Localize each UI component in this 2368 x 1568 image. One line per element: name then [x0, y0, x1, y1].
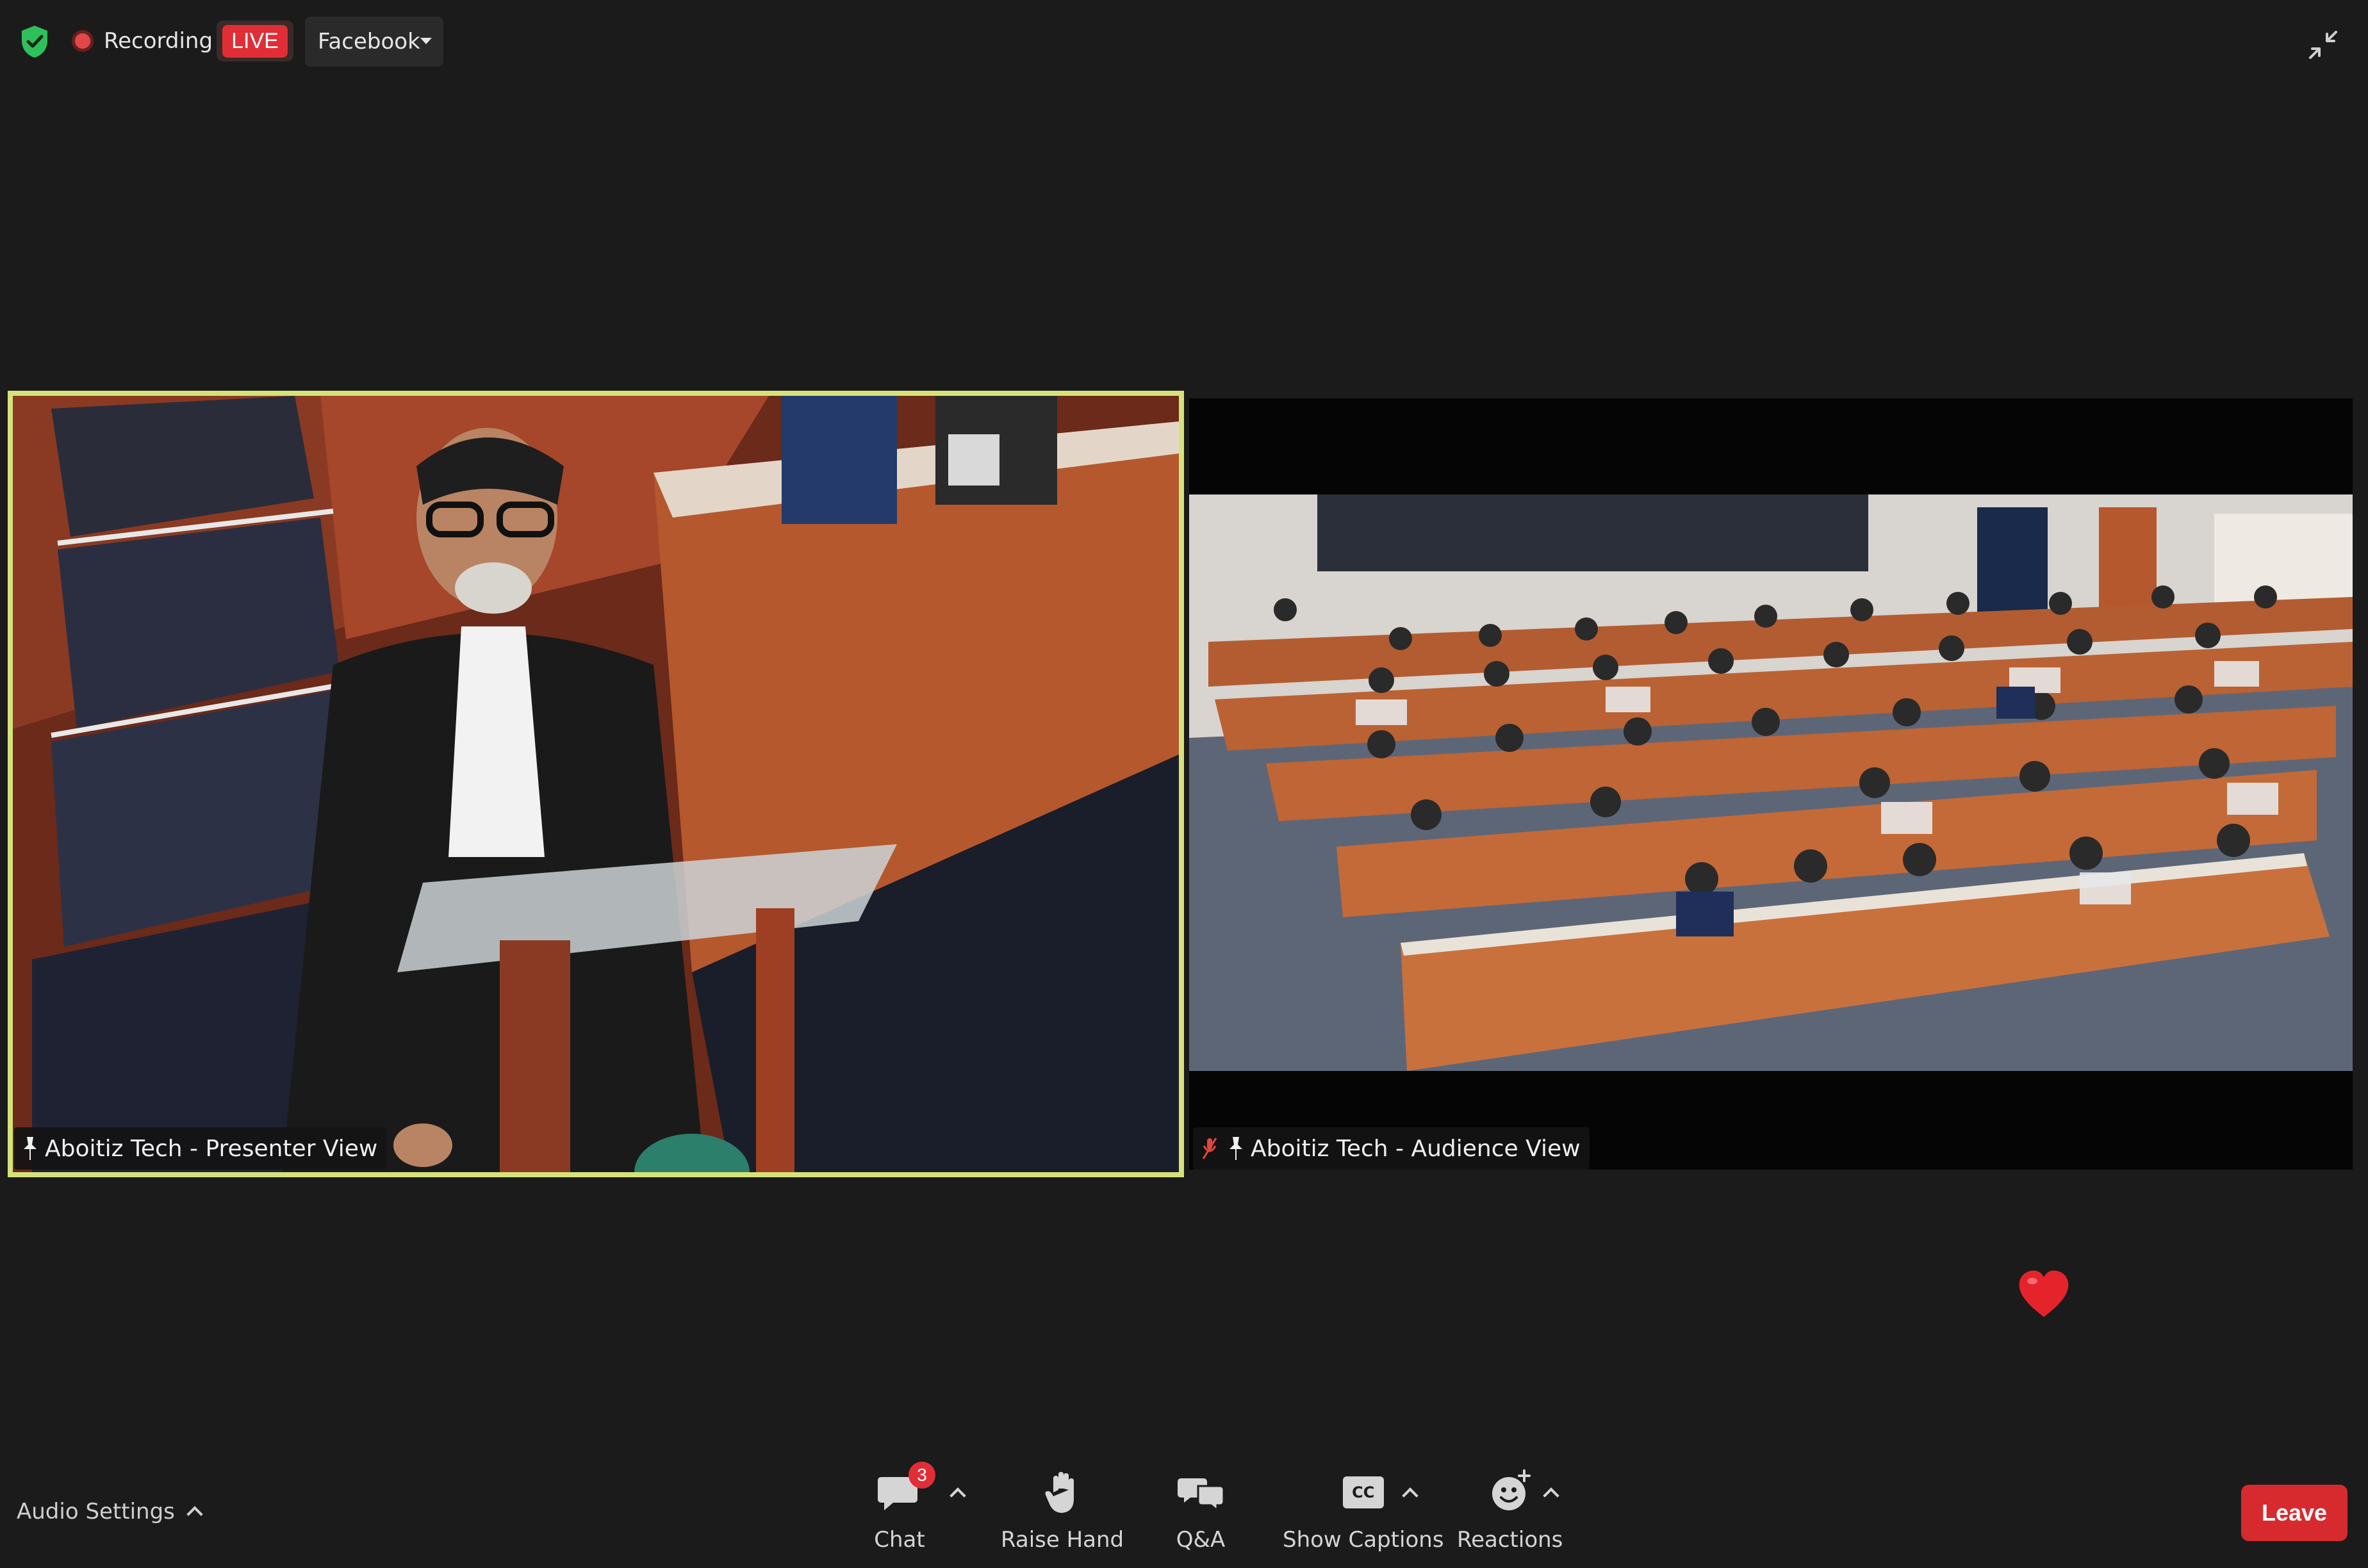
- chat-unread-badge: 3: [909, 1462, 935, 1489]
- captions-icon-text: CC: [1352, 1483, 1375, 1501]
- participant-name: Aboitiz Tech - Audience View: [1251, 1135, 1581, 1162]
- raise-hand-button[interactable]: Raise Hand: [1001, 1467, 1124, 1563]
- audience-video-feed: [1189, 398, 2353, 1170]
- reactions-button[interactable]: Reactions: [1457, 1467, 1563, 1563]
- meeting-top-bar: Recording LIVE Facebook: [0, 0, 2368, 83]
- participant-name-tag-audience: Aboitiz Tech - Audience View: [1193, 1127, 1590, 1170]
- stream-destination-dropdown[interactable]: Facebook: [305, 17, 443, 67]
- heart-reaction-icon: [2019, 1270, 2069, 1317]
- qa-label: Q&A: [1176, 1527, 1226, 1553]
- pin-icon: [1229, 1137, 1242, 1160]
- raise-hand-icon: [1037, 1467, 1088, 1518]
- chat-icon: 3: [874, 1462, 935, 1518]
- chat-button[interactable]: 3 Chat: [874, 1462, 935, 1563]
- recording-indicator[interactable]: Recording: [72, 20, 213, 61]
- qa-button[interactable]: Q&A: [1175, 1467, 1226, 1563]
- qa-icon: [1175, 1467, 1226, 1518]
- live-label: LIVE: [222, 24, 288, 58]
- leave-button[interactable]: Leave: [2241, 1485, 2347, 1541]
- show-captions-button[interactable]: CC Show Captions: [1283, 1467, 1444, 1563]
- chevron-up-icon[interactable]: [186, 1506, 203, 1523]
- audio-settings-button[interactable]: Audio Settings: [17, 1499, 203, 1524]
- reactions-label: Reactions: [1457, 1527, 1563, 1553]
- shield-check-icon[interactable]: [19, 24, 50, 59]
- audio-settings-label: Audio Settings: [17, 1499, 175, 1524]
- reactions-icon: [1484, 1467, 1536, 1518]
- video-tile-presenter[interactable]: [8, 391, 1184, 1177]
- live-badge[interactable]: LIVE: [217, 20, 293, 61]
- participant-name: Aboitiz Tech - Presenter View: [45, 1135, 378, 1162]
- presenter-video-feed: [13, 396, 1179, 1172]
- recording-dot-icon: [72, 30, 94, 52]
- participant-name-tag-presenter: Aboitiz Tech - Presenter View: [14, 1127, 387, 1170]
- chat-label: Chat: [874, 1527, 925, 1553]
- video-tile-audience[interactable]: [1189, 398, 2353, 1170]
- pin-icon: [24, 1137, 37, 1160]
- mic-muted-icon: [1202, 1138, 1217, 1159]
- recording-label: Recording: [104, 28, 213, 54]
- captions-icon: CC: [1338, 1467, 1389, 1518]
- exit-fullscreen-icon[interactable]: [2306, 28, 2340, 61]
- stream-destination-label: Facebook: [318, 29, 420, 54]
- show-captions-label: Show Captions: [1283, 1527, 1444, 1553]
- chevron-down-icon: [420, 38, 432, 44]
- raise-hand-label: Raise Hand: [1001, 1527, 1124, 1553]
